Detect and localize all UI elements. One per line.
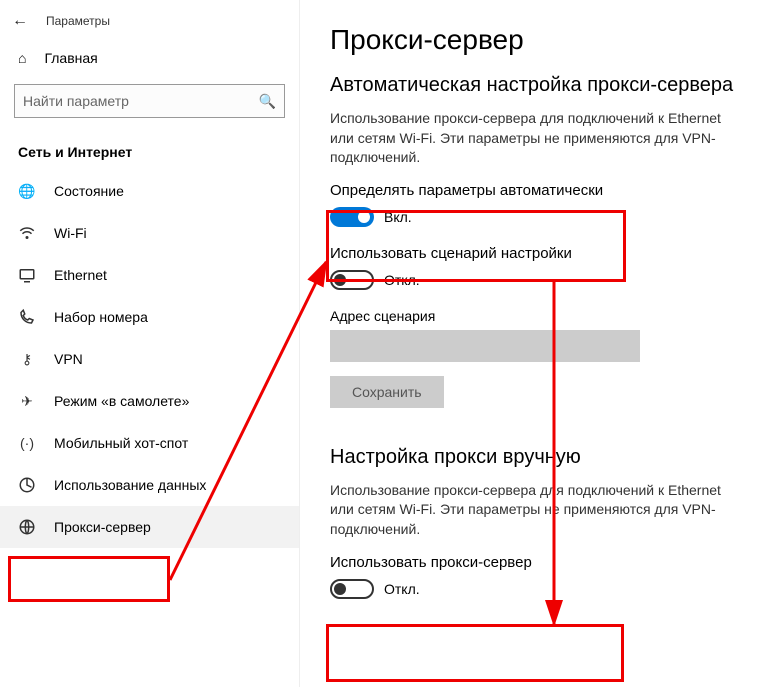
nav-label: Режим «в самолете» [54, 393, 189, 409]
status-icon: 🌐 [18, 182, 36, 200]
manual-desc: Использование прокси-сервера для подключ… [330, 481, 730, 540]
nav-label: VPN [54, 351, 83, 367]
nav-item-dialup[interactable]: Набор номера [0, 296, 299, 338]
auto-desc: Использование прокси-сервера для подключ… [330, 109, 730, 168]
wifi-icon [18, 224, 36, 242]
back-button[interactable]: ← [12, 12, 28, 30]
useproxy-state: Откл. [384, 581, 420, 597]
nav-item-hotspot[interactable]: (·) Мобильный хот-спот [0, 422, 299, 464]
manual-heading: Настройка прокси вручную [330, 446, 738, 469]
script-addr-label: Адрес сценария [330, 308, 738, 324]
nav-item-wifi[interactable]: Wi-Fi [0, 212, 299, 254]
airplane-icon: ✈ [18, 392, 36, 410]
search-placeholder: Найти параметр [23, 93, 129, 109]
nav-item-vpn[interactable]: ⚷ VPN [0, 338, 299, 380]
search-input[interactable]: Найти параметр 🔍 [14, 84, 285, 118]
content-area: Прокси-сервер Автоматическая настройка п… [300, 0, 768, 687]
section-heading: Сеть и Интернет [0, 126, 299, 170]
nav-label: Прокси-сервер [54, 519, 151, 535]
dialup-icon [18, 308, 36, 326]
nav-item-proxy[interactable]: Прокси-сервер [0, 506, 299, 548]
vpn-icon: ⚷ [18, 350, 36, 368]
proxy-icon [18, 518, 36, 536]
hotspot-icon: (·) [18, 434, 36, 452]
save-button[interactable]: Сохранить [330, 376, 444, 408]
nav-label: Wi-Fi [54, 225, 87, 241]
script-state: Откл. [384, 272, 420, 288]
nav-label: Мобильный хот-спот [54, 435, 188, 451]
nav-label: Ethernet [54, 267, 107, 283]
detect-label: Определять параметры автоматически [330, 182, 738, 199]
home-icon: ⌂ [18, 50, 26, 66]
detect-toggle[interactable] [330, 207, 374, 227]
nav-item-airplane[interactable]: ✈ Режим «в самолете» [0, 380, 299, 422]
nav-label: Использование данных [54, 477, 206, 493]
search-icon: 🔍 [259, 93, 276, 110]
useproxy-toggle[interactable] [330, 579, 374, 599]
home-link[interactable]: ⌂ Главная [0, 40, 299, 76]
ethernet-icon [18, 266, 36, 284]
sidebar: ← Параметры ⌂ Главная Найти параметр 🔍 С… [0, 0, 300, 687]
nav-item-status[interactable]: 🌐 Состояние [0, 170, 299, 212]
nav-label: Набор номера [54, 309, 148, 325]
page-title: Прокси-сервер [330, 24, 738, 56]
datausage-icon [18, 476, 36, 494]
script-addr-input[interactable] [330, 330, 640, 362]
script-label: Использовать сценарий настройки [330, 245, 738, 262]
useproxy-label: Использовать прокси-сервер [330, 554, 738, 571]
app-title: Параметры [46, 14, 110, 28]
script-toggle[interactable] [330, 270, 374, 290]
nav-item-datausage[interactable]: Использование данных [0, 464, 299, 506]
home-label: Главная [44, 50, 97, 66]
auto-heading: Автоматическая настройка прокси-сервера [330, 74, 738, 97]
nav-label: Состояние [54, 183, 124, 199]
detect-state: Вкл. [384, 209, 412, 225]
nav-item-ethernet[interactable]: Ethernet [0, 254, 299, 296]
